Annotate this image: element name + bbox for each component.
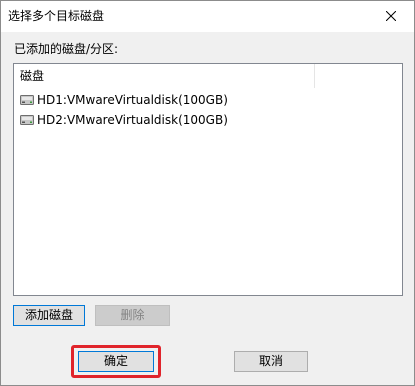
list-item[interactable]: HD1:VMwareVirtualdisk(100GB)	[14, 90, 402, 110]
title-bar: 选择多个目标磁盘	[1, 1, 414, 32]
hard-disk-icon	[20, 95, 34, 105]
add-disk-button[interactable]: 添加磁盘	[13, 305, 85, 326]
added-disks-label: 已添加的磁盘/分区:	[14, 42, 119, 56]
list-item[interactable]: HD2:VMwareVirtualdisk(100GB)	[14, 110, 402, 130]
hard-disk-icon	[20, 115, 34, 125]
list-item-label: HD1:VMwareVirtualdisk(100GB)	[37, 93, 228, 107]
delete-label: 删除	[120, 308, 145, 322]
ok-button[interactable]: 确定	[78, 351, 154, 372]
cancel-label: 取消	[258, 354, 283, 368]
column-header-disk[interactable]: 磁盘	[14, 64, 314, 88]
dialog-window: 选择多个目标磁盘 已添加的磁盘/分区: 磁盘 HD1:VMwareVirtual…	[0, 0, 415, 386]
ok-label: 确定	[103, 354, 128, 368]
close-icon	[386, 11, 396, 21]
close-button[interactable]	[368, 1, 414, 32]
delete-button[interactable]: 删除	[95, 305, 170, 326]
cancel-button[interactable]: 取消	[234, 351, 308, 372]
list-header: 磁盘	[14, 64, 402, 88]
column-header-label: 磁盘	[20, 69, 45, 83]
column-divider[interactable]	[314, 64, 315, 88]
dialog-title: 选择多个目标磁盘	[8, 9, 105, 23]
add-disk-label: 添加磁盘	[24, 308, 73, 322]
list-item-label: HD2:VMwareVirtualdisk(100GB)	[37, 113, 228, 127]
disk-list[interactable]: 磁盘 HD1:VMwareVirtualdisk(100GB) HD2:VMwa…	[13, 63, 403, 296]
